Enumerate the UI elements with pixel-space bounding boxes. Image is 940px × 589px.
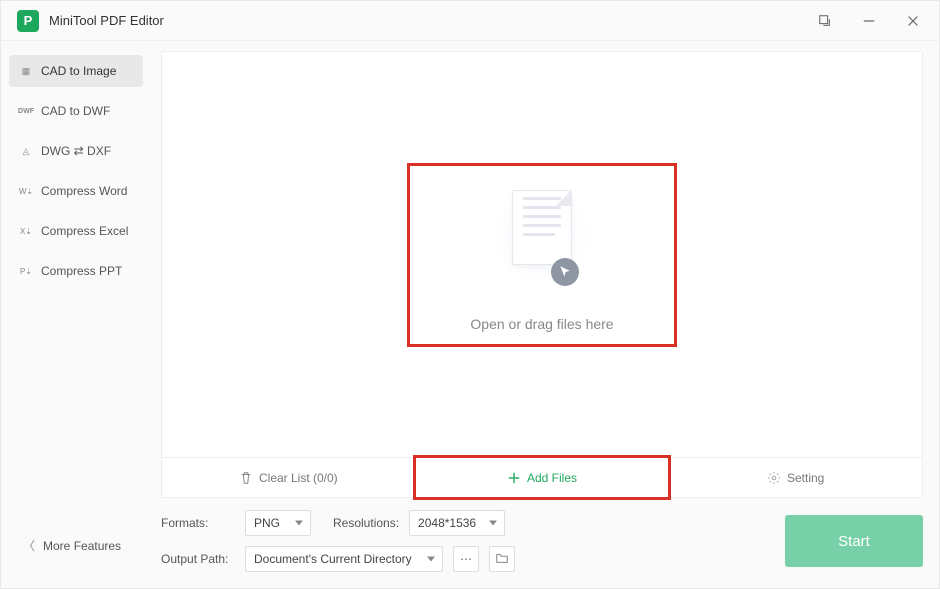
dwf-icon: DWF <box>19 104 33 118</box>
minimize-icon[interactable] <box>853 5 885 37</box>
main-panel: Open or drag files here Clear List (0/0) <box>151 41 939 588</box>
sidebar-item-dwg-dxf[interactable]: ◬ DWG ⇄ DXF <box>9 135 143 167</box>
app-window: P MiniTool PDF Editor ▦ CAD to Image DWF… <box>0 0 940 589</box>
sidebar-item-label: CAD to Image <box>41 64 116 78</box>
clear-list-button[interactable]: Clear List (0/0) <box>162 458 416 497</box>
output-path-label: Output Path: <box>161 552 235 566</box>
formats-label: Formats: <box>161 516 235 530</box>
add-files-label: Add Files <box>527 471 577 485</box>
app-logo-icon: P <box>17 10 39 32</box>
more-options-button[interactable]: ⋯ <box>453 546 479 572</box>
sidebar-item-compress-excel[interactable]: X⇣ Compress Excel <box>9 215 143 247</box>
output-path-select[interactable]: Document's Current Directory <box>245 546 443 572</box>
more-features-button[interactable]: 〈 More Features <box>23 537 121 554</box>
resolution-value: 2048*1536 <box>418 516 476 530</box>
format-select[interactable]: PNG <box>245 510 311 536</box>
add-files-button[interactable]: Add Files <box>416 458 670 497</box>
window-controls <box>809 5 929 37</box>
sidebar-item-label: Compress Word <box>41 184 127 198</box>
swap-icon: ◬ <box>19 144 33 158</box>
gear-icon <box>767 471 781 485</box>
sidebar-item-cad-to-image[interactable]: ▦ CAD to Image <box>9 55 143 87</box>
titlebar: P MiniTool PDF Editor <box>1 1 939 41</box>
app-title: MiniTool PDF Editor <box>49 13 809 28</box>
start-button-label: Start <box>838 533 870 550</box>
action-toolbar: Clear List (0/0) Add Files Setting <box>162 457 922 497</box>
chevron-left-icon: 〈 <box>23 537 35 554</box>
word-icon: W⇣ <box>19 184 33 198</box>
start-button[interactable]: Start <box>785 515 923 567</box>
resolutions-label: Resolutions: <box>333 516 399 530</box>
clear-list-label: Clear List (0/0) <box>259 471 338 485</box>
sidebar-item-label: DWG ⇄ DXF <box>41 144 111 158</box>
format-value: PNG <box>254 516 280 530</box>
dropzone-highlight: Open or drag files here <box>407 163 676 347</box>
sidebar-item-compress-word[interactable]: W⇣ Compress Word <box>9 175 143 207</box>
cad-image-icon: ▦ <box>19 64 33 78</box>
dropzone-panel: Open or drag files here Clear List (0/0) <box>161 51 923 498</box>
close-icon[interactable] <box>897 5 929 37</box>
browse-folder-button[interactable] <box>489 546 515 572</box>
dropzone-text: Open or drag files here <box>470 316 613 332</box>
document-illustration-icon <box>487 176 597 296</box>
excel-icon: X⇣ <box>19 224 33 238</box>
more-features-label: More Features <box>43 539 121 553</box>
ellipsis-icon: ⋯ <box>460 552 472 566</box>
cursor-icon <box>551 258 579 286</box>
sidebar-item-compress-ppt[interactable]: P⇣ Compress PPT <box>9 255 143 287</box>
options-bar: Formats: PNG Resolutions: 2048*1536 Outp… <box>161 510 923 572</box>
output-path-value: Document's Current Directory <box>254 552 412 566</box>
folder-icon <box>495 551 509 568</box>
resolution-select[interactable]: 2048*1536 <box>409 510 505 536</box>
setting-label: Setting <box>787 471 824 485</box>
sidebar: ▦ CAD to Image DWF CAD to DWF ◬ DWG ⇄ DX… <box>1 41 151 588</box>
extra-window-icon[interactable] <box>809 5 841 37</box>
sidebar-item-label: Compress Excel <box>41 224 128 238</box>
sidebar-item-label: Compress PPT <box>41 264 122 278</box>
dropzone[interactable]: Open or drag files here <box>162 52 922 457</box>
trash-icon <box>239 471 253 485</box>
sidebar-item-cad-to-dwf[interactable]: DWF CAD to DWF <box>9 95 143 127</box>
sidebar-item-label: CAD to DWF <box>41 104 110 118</box>
plus-icon <box>507 471 521 485</box>
setting-button[interactable]: Setting <box>669 458 922 497</box>
ppt-icon: P⇣ <box>19 264 33 278</box>
